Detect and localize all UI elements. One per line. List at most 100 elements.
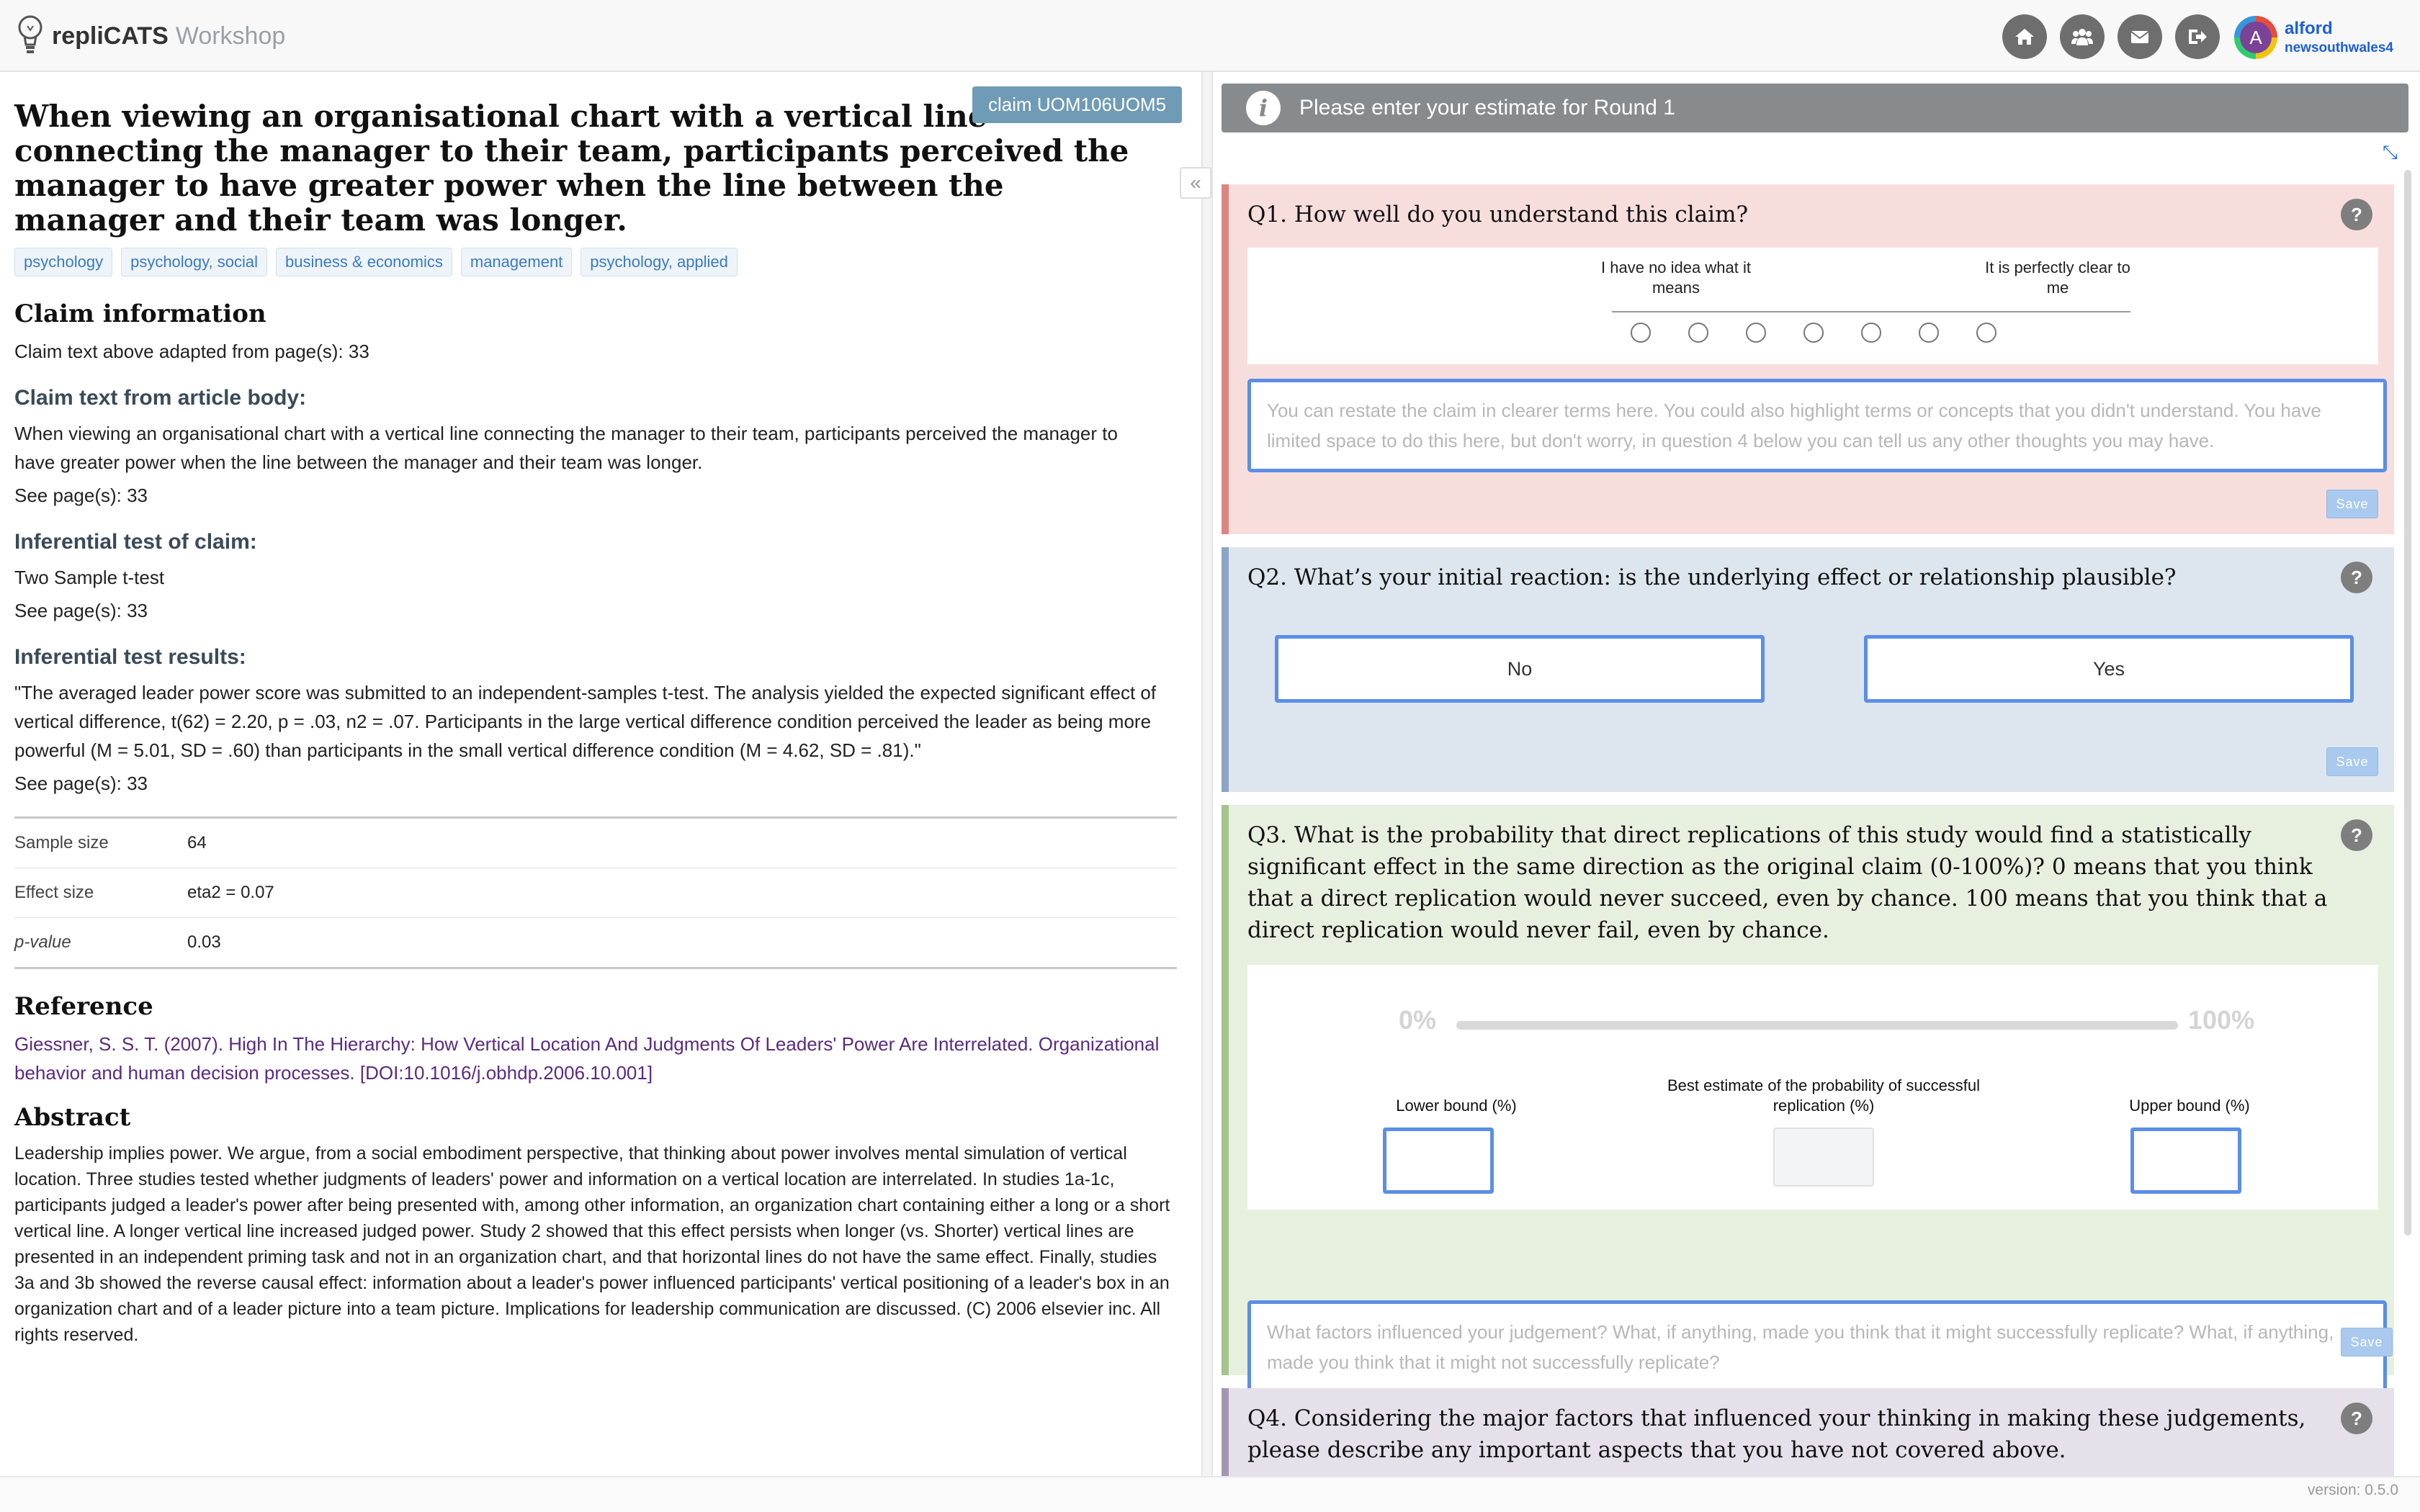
abstract-text: Leadership implies power. We argue, from… <box>14 1143 1170 1345</box>
likert-radio-3[interactable] <box>1746 323 1766 343</box>
q2-no-button[interactable]: No <box>1275 635 1765 703</box>
q1-likert-scale: I have no idea what it means It is perfe… <box>1247 248 2378 364</box>
best-estimate-label: Best estimate of the probability of succ… <box>1667 1076 1981 1115</box>
claim-adapted-note: Claim text above adapted from page(s): 3… <box>14 341 369 362</box>
top-bar: repliCATS Workshop A alford newsouthwale… <box>0 0 2420 72</box>
test-heading: Inferential test of claim: <box>14 530 257 554</box>
likert-radio-7[interactable] <box>1976 323 1996 343</box>
brand-name: repliCATS <box>52 22 169 50</box>
q3-save-button[interactable]: Save <box>2341 1328 2393 1356</box>
question-1: Q1. How well do you understand this clai… <box>1222 184 2394 534</box>
claim-body-heading: Claim text from article body: <box>14 386 307 410</box>
nav-icons <box>2002 14 2220 59</box>
user-name: alford <box>2285 19 2333 38</box>
brand-logo[interactable]: repliCATS Workshop <box>14 13 285 59</box>
tag-list: psychology psychology, social business &… <box>14 248 1174 276</box>
q2-yes-button[interactable]: Yes <box>1864 635 2354 703</box>
q4-title: Q4. Considering the major factors that i… <box>1247 1405 2306 1463</box>
question-3: Q3. What is the probability that direct … <box>1222 805 2394 1394</box>
q1-save-button[interactable]: Save <box>2326 490 2378 518</box>
tag[interactable]: psychology, social <box>121 248 267 276</box>
likert-radio-5[interactable] <box>1861 323 1881 343</box>
claim-info-heading: Claim information <box>14 300 266 328</box>
mail-icon <box>2130 31 2149 43</box>
stat-value: 0.03 <box>187 917 1177 968</box>
home-button[interactable] <box>2002 14 2047 59</box>
help-icon[interactable]: ? <box>2341 562 2372 593</box>
results-pages: See page(s): 33 <box>14 773 148 794</box>
table-row: Sample size 64 <box>14 817 1177 868</box>
stat-key: Sample size <box>14 817 187 868</box>
likert-left-label: I have no idea what it means <box>1601 258 1751 297</box>
stat-key: p-value <box>14 917 187 968</box>
likert-radio-2[interactable] <box>1688 323 1708 343</box>
footer <box>0 1476 2420 1512</box>
slider-min-label: 0% <box>1399 1005 1437 1035</box>
estimate-pane: i Please enter your estimate for Round 1… <box>1222 72 2411 1476</box>
tag[interactable]: psychology <box>14 248 113 276</box>
results-text: "The averaged leader power score was sub… <box>14 682 1157 761</box>
probability-slider[interactable] <box>1456 1021 2178 1030</box>
reference-heading: Reference <box>14 992 153 1021</box>
results-heading: Inferential test results: <box>14 645 246 669</box>
group-button[interactable] <box>2060 14 2105 59</box>
likert-radio-1[interactable] <box>1631 323 1651 343</box>
scrollbar[interactable] <box>2404 170 2411 1236</box>
home-icon <box>2015 29 2034 45</box>
user-info[interactable]: alford newsouthwales4 <box>2285 19 2393 56</box>
q1-title: Q1. How well do you understand this clai… <box>1247 202 1749 228</box>
claim-body-text: When viewing an organisational chart wit… <box>14 423 1118 473</box>
info-icon: i <box>1246 91 1281 125</box>
lightbulb-icon <box>18 15 42 53</box>
stat-key: Effect size <box>14 868 187 918</box>
upper-bound-input[interactable] <box>2130 1128 2241 1194</box>
avatar[interactable]: A <box>2234 16 2277 59</box>
expand-icon[interactable]: ⤡ <box>2383 141 2403 163</box>
upper-bound-label: Upper bound (%) <box>2129 1097 2250 1115</box>
stats-table: Sample size 64 Effect size eta2 = 0.07 p… <box>14 816 1177 969</box>
lower-bound-input[interactable] <box>1383 1128 1494 1194</box>
question-4: Q4. Considering the major factors that i… <box>1222 1388 2394 1476</box>
logout-icon <box>2189 30 2207 44</box>
reference-link[interactable]: Giessner, S. S. T. (2007). High In The H… <box>14 1030 1174 1087</box>
likert-right-label: It is perfectly clear to me <box>1985 258 2130 297</box>
mail-button[interactable] <box>2118 14 2162 59</box>
best-estimate-input[interactable] <box>1773 1128 1874 1187</box>
claim-id-badge: claim UOM106UOM5 <box>972 86 1183 123</box>
tag[interactable]: psychology, applied <box>581 248 738 276</box>
q2-title: Q2. What’s your initial reaction: is the… <box>1247 564 2177 590</box>
q3-estimate-area: 0% 100% Lower bound (%) Best estimate of… <box>1247 965 2378 1210</box>
abstract-heading: Abstract <box>14 1103 131 1132</box>
likert-line <box>1612 311 2130 312</box>
banner-text: Please enter your estimate for Round 1 <box>1299 96 1675 120</box>
user-group: newsouthwales4 <box>2285 40 2393 55</box>
avatar-initial: A <box>2240 22 2272 53</box>
q3-title: Q3. What is the probability that direct … <box>1247 822 2328 943</box>
likert-radio-6[interactable] <box>1919 323 1939 343</box>
tag[interactable]: management <box>460 248 573 276</box>
test-pages: See page(s): 33 <box>14 600 148 621</box>
tag[interactable]: business & economics <box>275 248 452 276</box>
logout-button[interactable] <box>2175 14 2220 59</box>
pane-divider[interactable] <box>1201 72 1213 1476</box>
slider-max-label: 100% <box>2188 1005 2255 1035</box>
help-icon[interactable]: ? <box>2341 819 2372 851</box>
version-label: version: 0.5.0 <box>2307 1482 2398 1498</box>
group-icon <box>2071 29 2093 45</box>
likert-radio-4[interactable] <box>1803 323 1824 343</box>
help-icon[interactable]: ? <box>2341 1403 2372 1434</box>
q1-textarea[interactable]: You can restate the claim in clearer ter… <box>1247 379 2387 472</box>
claim-body-pages: See page(s): 33 <box>14 485 148 506</box>
round-banner: i Please enter your estimate for Round 1 <box>1222 84 2408 132</box>
question-2: Q2. What’s your initial reaction: is the… <box>1222 547 2394 792</box>
collapse-pane-button[interactable]: « <box>1180 167 1211 199</box>
q2-save-button[interactable]: Save <box>2326 747 2378 776</box>
q3-textarea[interactable]: What factors influenced your judgement? … <box>1247 1300 2387 1394</box>
help-icon[interactable]: ? <box>2341 199 2372 230</box>
table-row: Effect size eta2 = 0.07 <box>14 868 1177 918</box>
test-text: Two Sample t-test <box>14 567 165 588</box>
stat-value: eta2 = 0.07 <box>187 868 1177 918</box>
stat-value: 64 <box>187 817 1177 868</box>
brand-subtitle: Workshop <box>175 22 286 50</box>
table-row: p-value 0.03 <box>14 917 1177 968</box>
